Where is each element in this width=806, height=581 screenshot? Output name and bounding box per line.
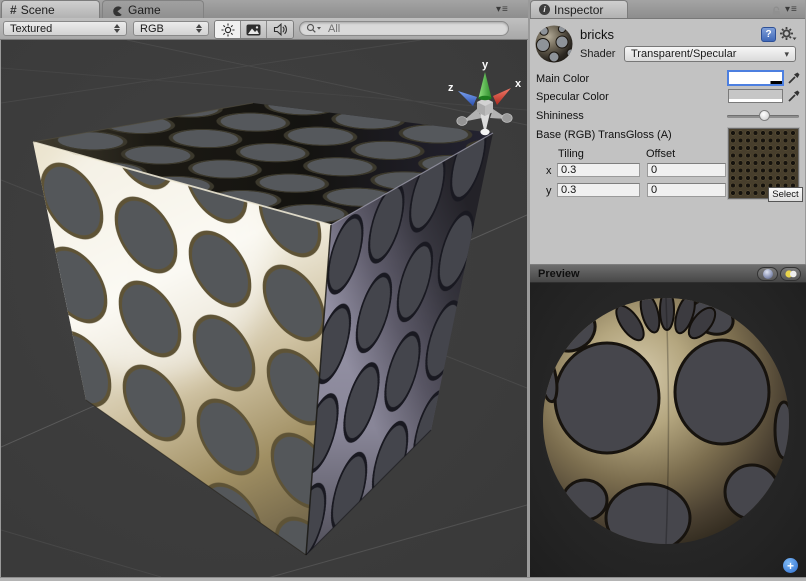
- lights-icon: [784, 268, 798, 280]
- tab-scene-label: Scene: [21, 3, 55, 17]
- help-icon[interactable]: ?: [761, 27, 776, 42]
- tiling-column-label: Tiling: [558, 148, 584, 160]
- scene-skybox-toggle-button[interactable]: [241, 21, 267, 38]
- base-map-label: Base (RGB) TransGloss (A): [536, 129, 672, 141]
- offset-x-input[interactable]: [647, 163, 726, 177]
- tiling-row-x-label: x: [546, 165, 552, 177]
- main-color-label: Main Color: [536, 73, 589, 85]
- scene-tabbar: # Scene Game ▾≡: [0, 0, 528, 19]
- scene-toggle-button-group: [214, 20, 294, 39]
- tab-game-label: Game: [128, 3, 161, 17]
- offset-y-input[interactable]: [647, 183, 726, 197]
- draw-mode-dropdown[interactable]: Textured: [3, 21, 127, 36]
- scene-pane: # Scene Game ▾≡ Textured RGB: [0, 0, 528, 577]
- render-channel-dropdown[interactable]: RGB: [133, 21, 209, 36]
- preview-title: Preview: [538, 268, 580, 280]
- lock-icon[interactable]: [771, 6, 782, 17]
- updown-arrows-icon: [196, 24, 202, 33]
- unity-editor-window: # Scene Game ▾≡ Textured RGB: [0, 0, 806, 581]
- search-input[interactable]: [326, 22, 480, 36]
- material-preview-area[interactable]: +: [530, 283, 806, 577]
- window-bottom-edge: [0, 577, 806, 581]
- preview-shape-button[interactable]: [757, 267, 778, 281]
- tiling-row-y-label: y: [546, 185, 552, 197]
- scene-lighting-toggle-button[interactable]: [215, 21, 241, 38]
- sphere-icon: [762, 268, 774, 280]
- specular-color-swatch[interactable]: [728, 89, 783, 103]
- alpha-bar: [729, 81, 782, 84]
- main-color-eyedropper-icon[interactable]: [787, 70, 800, 85]
- gizmo-y-axis-cone[interactable]: [479, 72, 492, 98]
- gizmo-y-label: y: [482, 59, 489, 71]
- tab-game[interactable]: Game: [102, 0, 204, 18]
- shader-dropdown[interactable]: Transparent/Specular ▾: [624, 46, 796, 62]
- scene-gizmo[interactable]: y x z: [439, 58, 531, 153]
- gizmo-x-label: x: [515, 78, 522, 90]
- scene-tab-context-menu-icon[interactable]: ▾≡: [496, 4, 509, 15]
- alpha-bar: [729, 99, 782, 102]
- image-icon: [246, 24, 261, 36]
- shininess-slider[interactable]: [727, 109, 799, 124]
- offset-column-label: Offset: [646, 148, 675, 160]
- scene-viewport[interactable]: y x z: [1, 40, 527, 577]
- scene-hash-icon: #: [10, 3, 17, 17]
- shader-label: Shader: [580, 48, 615, 60]
- search-icon: [306, 23, 322, 34]
- render-channel-value: RGB: [140, 23, 190, 35]
- game-icon: [111, 3, 124, 16]
- chevron-down-icon: ▾: [784, 49, 789, 60]
- preview-add-button[interactable]: +: [783, 558, 798, 573]
- inspector-tabbar: i Inspector ▾≡: [530, 0, 805, 19]
- updown-arrows-icon: [114, 24, 120, 33]
- sun-icon: [221, 23, 235, 37]
- scene-toolbar: Textured RGB: [0, 18, 528, 40]
- tiling-x-input[interactable]: [557, 163, 640, 177]
- preview-header[interactable]: Preview: [530, 264, 806, 283]
- scene-search-field: [299, 21, 509, 36]
- speaker-icon: [273, 23, 288, 36]
- tab-inspector-label: Inspector: [554, 3, 603, 17]
- material-sphere-icon: [534, 24, 574, 64]
- slider-thumb[interactable]: [759, 110, 770, 121]
- shader-value: Transparent/Specular: [631, 48, 736, 60]
- info-icon: i: [539, 4, 550, 15]
- shininess-label: Shininess: [536, 110, 584, 122]
- preview-sphere-render: [530, 283, 806, 577]
- gizmo-x-axis-cone[interactable]: [493, 88, 511, 105]
- gizmo-z-label: z: [448, 82, 454, 94]
- material-name: bricks: [580, 27, 614, 42]
- tab-scene[interactable]: # Scene: [1, 0, 100, 18]
- gear-menu-icon[interactable]: [779, 26, 797, 42]
- tiling-y-input[interactable]: [557, 183, 640, 197]
- gizmo-z-axis-cone[interactable]: [458, 91, 477, 106]
- draw-mode-value: Textured: [10, 23, 108, 35]
- scene-audio-toggle-button[interactable]: [267, 21, 293, 38]
- preview-lighting-button[interactable]: [780, 267, 801, 281]
- inspector-tab-context-menu-icon[interactable]: ▾≡: [785, 4, 798, 15]
- specular-color-label: Specular Color: [536, 91, 609, 103]
- material-header: bricks Shader Transparent/Specular ▾ ?: [530, 18, 805, 68]
- texture-select-button[interactable]: Select: [768, 187, 803, 202]
- tab-inspector[interactable]: i Inspector: [530, 0, 628, 18]
- main-color-swatch[interactable]: [728, 71, 783, 85]
- specular-color-eyedropper-icon[interactable]: [787, 88, 800, 103]
